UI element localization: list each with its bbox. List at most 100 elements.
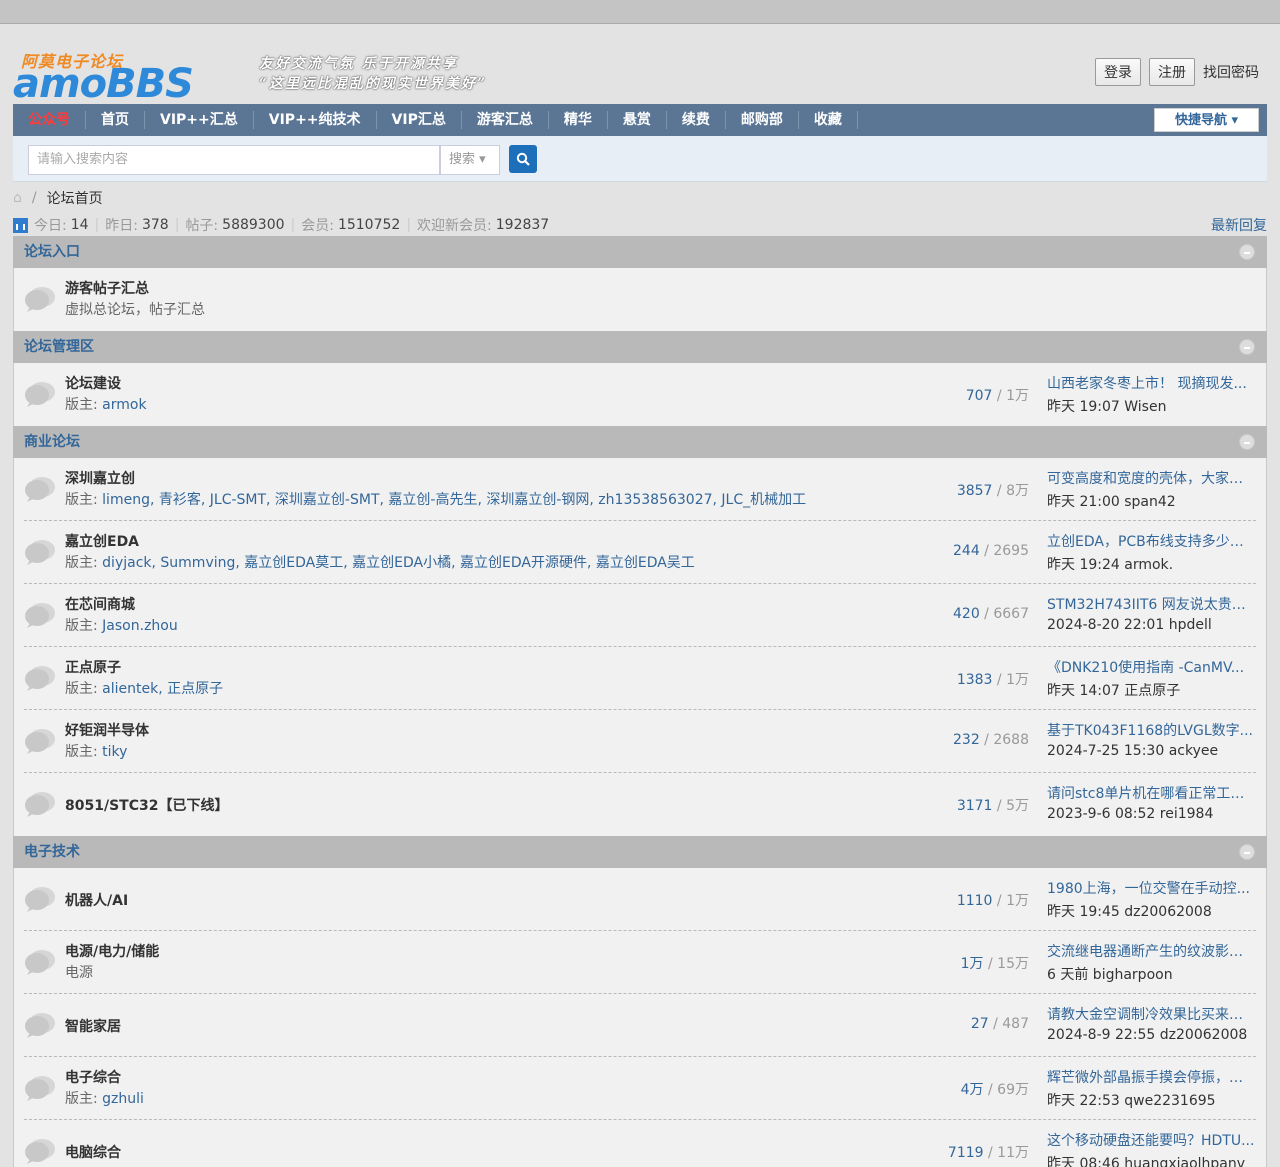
nav-item[interactable]: VIP++纯技术 xyxy=(254,111,377,129)
latest-replies-link[interactable]: 最新回复 xyxy=(1211,215,1267,235)
forum-bubble-icon xyxy=(24,475,56,503)
forum-sub-text[interactable]: Jason.zhou xyxy=(102,618,178,634)
nav-item[interactable]: 游客汇总 xyxy=(462,111,549,129)
forum-bubble-icon xyxy=(24,1011,56,1039)
forum-name[interactable]: 在芯间商城 xyxy=(65,594,135,614)
section-title[interactable]: 电子技术 xyxy=(24,844,80,860)
last-post-meta[interactable]: 6 天前 bigharpoon xyxy=(1047,964,1255,984)
quick-nav-button[interactable]: 快捷导航 ▾ xyxy=(1153,108,1259,132)
forum-bubble-icon xyxy=(24,664,56,692)
last-post-title[interactable]: 交流继电器通断产生的纹波影响... xyxy=(1047,941,1255,961)
search-input[interactable]: 请输入搜索内容 xyxy=(28,145,440,175)
last-post-title[interactable]: 立创EDA，PCB布线支持多少个... xyxy=(1047,531,1255,551)
slogan-line-1: 友好交流气氛 乐于开源共享 xyxy=(259,56,458,72)
forum-counts: 4万 / 69万 xyxy=(960,1082,1029,1098)
forum-name[interactable]: 电子综合 xyxy=(65,1067,121,1087)
forum-name[interactable]: 智能家居 xyxy=(65,1016,121,1036)
last-post-title[interactable]: 可变高度和宽度的壳体，大家有... xyxy=(1047,468,1255,488)
section-title[interactable]: 论坛管理区 xyxy=(24,339,94,355)
post-count: 5万 xyxy=(1006,798,1029,814)
home-icon[interactable]: ⌂ xyxy=(13,190,22,206)
forum-name[interactable]: 机器人/AI xyxy=(65,890,128,910)
last-post-title[interactable]: 辉芒微外部晶振手摸会停振，有... xyxy=(1047,1067,1255,1087)
last-post-meta[interactable]: 2024-7-25 15:30 ackyee xyxy=(1047,743,1255,759)
forum-row: 电脑综合 7119 / 11万 这个移动硬盘还能要吗？HDTU... 昨天 08:46… xyxy=(24,1120,1256,1167)
stats-yesterday-value: 378 xyxy=(141,217,169,233)
last-post-meta[interactable]: 2024-8-20 22:01 hpdell xyxy=(1047,617,1255,633)
last-post-meta[interactable]: 昨天 14:07 正点原子 xyxy=(1047,680,1255,700)
forum-subtitle: 版主: gzhuli xyxy=(65,1088,144,1108)
nav-item[interactable]: 公众号 xyxy=(13,111,86,129)
forum-sub-text[interactable]: tiky xyxy=(102,744,127,760)
forum-sub-text[interactable]: limeng, 青衫客, JLC-SMT, 深圳嘉立创-SMT, 嘉立创-高先生… xyxy=(102,492,806,508)
forum-name[interactable]: 嘉立创EDA xyxy=(65,531,139,551)
forum-sub-text[interactable]: alientek, 正点原子 xyxy=(102,681,223,697)
section-header[interactable]: 电子技术 xyxy=(13,836,1267,868)
site-logo[interactable]: 阿莫电子论坛 amoBBS xyxy=(13,48,245,106)
section-header[interactable]: 商业论坛 xyxy=(13,426,1267,458)
last-post-title[interactable]: 请问stc8单片机在哪看正常工作... xyxy=(1047,783,1255,803)
section-title[interactable]: 商业论坛 xyxy=(24,434,80,450)
last-post-meta[interactable]: 昨天 19:07 Wisen xyxy=(1047,396,1255,416)
last-post: STM32H743IIT6 网友说太贵，... 2024-8-20 22:01 h… xyxy=(1047,594,1255,633)
forum-name[interactable]: 游客帖子汇总 xyxy=(65,278,149,298)
last-post-meta[interactable]: 昨天 19:24 armok. xyxy=(1047,554,1255,574)
forum-name[interactable]: 8051/STC32【已下线】 xyxy=(65,795,228,815)
nav-item[interactable]: VIP汇总 xyxy=(377,111,462,129)
stats-divider: | xyxy=(290,217,296,233)
last-post-title[interactable]: 1980上海，一位交警在手动控... xyxy=(1047,878,1255,898)
moderator-label: 版主: xyxy=(65,1091,103,1107)
nav-item[interactable]: 续费 xyxy=(667,111,726,129)
last-post-meta[interactable]: 昨天 21:00 span42 xyxy=(1047,491,1255,511)
register-button[interactable]: 注册 xyxy=(1149,58,1195,86)
collapse-icon[interactable] xyxy=(1239,244,1255,260)
last-post: 1980上海，一位交警在手动控... 昨天 19:45 dz20062008 xyxy=(1047,878,1255,921)
forum-name[interactable]: 电脑综合 xyxy=(65,1142,121,1162)
last-post-meta[interactable]: 2023-9-6 08:52 rei1984 xyxy=(1047,806,1255,822)
forum-name[interactable]: 论坛建设 xyxy=(65,373,121,393)
last-post-title[interactable]: STM32H743IIT6 网友说太贵，... xyxy=(1047,594,1255,614)
topic-count: 244 xyxy=(953,543,980,559)
nav-item[interactable]: VIP++汇总 xyxy=(145,111,254,129)
section-header[interactable]: 论坛管理区 xyxy=(13,331,1267,363)
forum-name[interactable]: 好钜润半导体 xyxy=(65,720,149,740)
post-count: 1万 xyxy=(1006,893,1029,909)
nav-item[interactable]: 收藏 xyxy=(799,111,858,129)
forum-name[interactable]: 深圳嘉立创 xyxy=(65,468,135,488)
search-button[interactable] xyxy=(509,145,537,173)
forum-section: 论坛入口 游客帖子汇总 虚拟总论坛，帖子汇总 xyxy=(13,236,1267,331)
last-post-title[interactable]: 请教大金空调制冷效果比买来时... xyxy=(1047,1004,1255,1024)
forum-counts: 1383 / 1万 xyxy=(956,672,1029,688)
forum-name[interactable]: 正点原子 xyxy=(65,657,121,677)
nav-item[interactable]: 邮购部 xyxy=(726,111,799,129)
last-post-meta[interactable]: 2024-8-9 22:55 dz20062008 xyxy=(1047,1027,1255,1043)
stats-today-label: 今日: xyxy=(34,218,67,234)
collapse-icon[interactable] xyxy=(1239,434,1255,450)
last-post-title[interactable]: 这个移动硬盘还能要吗？HDTU... xyxy=(1047,1130,1255,1150)
topic-count: 707 xyxy=(965,388,993,404)
last-post: 立创EDA，PCB布线支持多少个... 昨天 19:24 armok. xyxy=(1047,531,1255,574)
last-post-title[interactable]: 基于TK043F1168的LVGL数字... xyxy=(1047,720,1255,740)
forum-sub-text[interactable]: armok xyxy=(102,397,146,413)
forum-sub-text[interactable]: diyjack, Summving, 嘉立创EDA莫工, 嘉立创EDA小橘, 嘉… xyxy=(102,555,695,571)
nav-item[interactable]: 悬赏 xyxy=(608,111,667,129)
last-post-meta[interactable]: 昨天 19:45 dz20062008 xyxy=(1047,901,1255,921)
search-type-select[interactable]: 搜索 ▾ xyxy=(440,145,500,175)
last-post-meta[interactable]: 昨天 08:46 huangxiaolhpanv xyxy=(1047,1153,1255,1167)
collapse-icon[interactable] xyxy=(1239,339,1255,355)
last-post-title[interactable]: 《DNK210使用指南 -CanMV... xyxy=(1047,657,1255,677)
last-post-meta[interactable]: 昨天 22:53 qwe2231695 xyxy=(1047,1090,1255,1110)
login-button[interactable]: 登录 xyxy=(1095,58,1141,86)
forum-sub-text[interactable]: gzhuli xyxy=(102,1091,144,1107)
collapse-icon[interactable] xyxy=(1239,844,1255,860)
stats-newmember-value[interactable]: 192837 xyxy=(496,217,549,233)
nav-item[interactable]: 精华 xyxy=(549,111,608,129)
forgot-password-link[interactable]: 找回密码 xyxy=(1203,62,1259,82)
forum-stats: 今日: 14 | 昨日: 378 | 帖子: 5889300 | 会员: 151… xyxy=(13,214,1267,236)
last-post-title[interactable]: 山西老家冬枣上市！ 现摘现发... xyxy=(1047,373,1255,393)
section-title[interactable]: 论坛入口 xyxy=(24,244,80,260)
section-header[interactable]: 论坛入口 xyxy=(13,236,1267,268)
nav-item[interactable]: 首页 xyxy=(86,111,145,129)
forum-list: 机器人/AI 1110 / 1万 1980上海，一位交警在手动控... 昨天 19:4… xyxy=(13,868,1267,1167)
forum-name[interactable]: 电源/电力/储能 xyxy=(65,941,159,961)
